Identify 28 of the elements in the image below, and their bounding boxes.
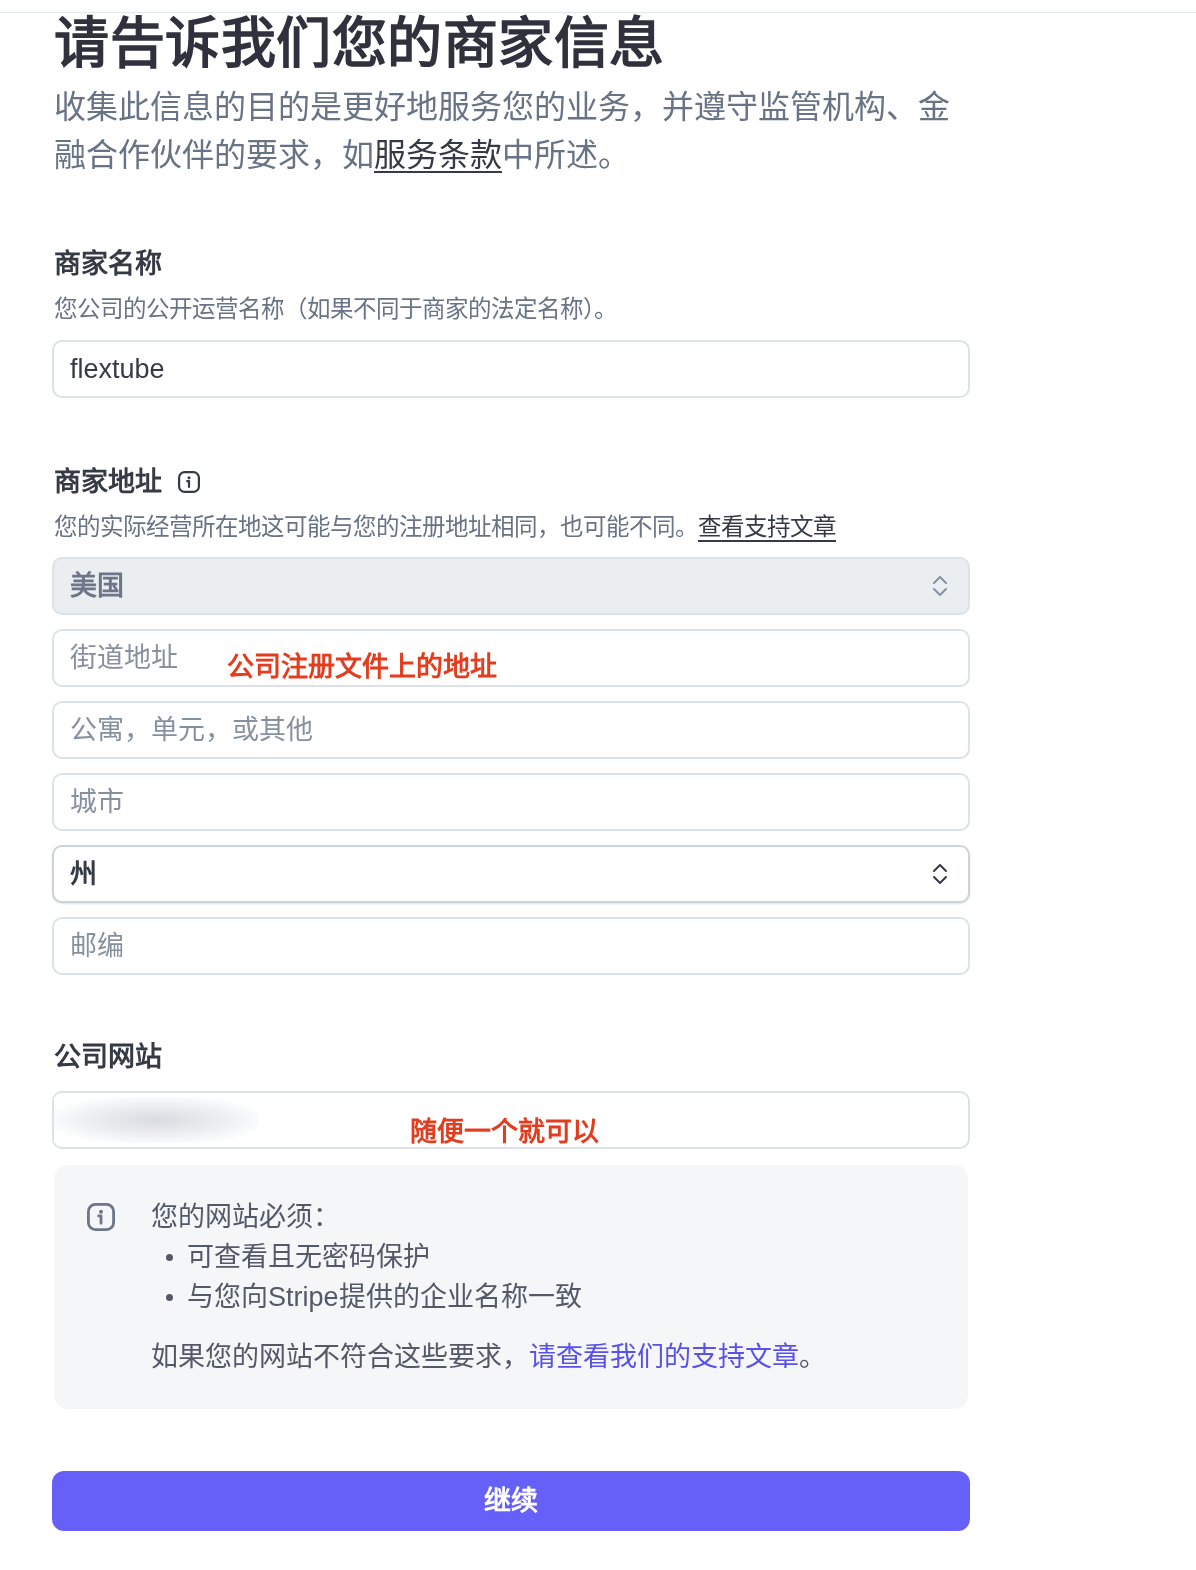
requirements-heading: 您的网站必须： <box>151 1201 340 1234</box>
support-article-link[interactable]: 请查看我们的支持文章 <box>529 1342 799 1372</box>
section-label: 商家地址 <box>54 466 162 499</box>
address-select[interactable]: 州 <box>52 845 970 903</box>
requirements-note: 如果您的网站不符合这些要求，请查看我们的支持文章。 <box>151 1341 826 1374</box>
info-icon <box>178 471 200 493</box>
annotation-text: 公司注册文件上的地址 <box>227 651 497 684</box>
bullet-icon <box>166 1293 173 1301</box>
intro-text: 收集此信息的目的是更好地服务您的业务，并遵守监管机构、金融合作伙伴的要求，如服务条款中所述。 <box>53 88 951 175</box>
section-description: 您公司的公开运营名称（如果不同于商家的法定名称）。 <box>53 295 618 324</box>
section-label: 商家名称 <box>53 248 163 281</box>
address-field[interactable]: 公寓，单元，或其他 <box>52 701 970 759</box>
section-label: 公司网站 <box>53 1041 163 1074</box>
bullet-icon <box>166 1253 173 1261</box>
address-field[interactable]: 城市 <box>52 773 970 831</box>
chevron-up-down-icon <box>932 573 948 599</box>
continue-button[interactable]: 继续 <box>52 1471 970 1531</box>
terms-link[interactable]: 服务条款 <box>374 137 502 173</box>
section-description: 您的实际经营所在地这可能与您的注册地址相同，也可能不同。查看支持文章 <box>53 513 837 542</box>
page-title: 请告诉我们您的商家信息 <box>53 13 666 73</box>
requirement-text: 与您向Stripe提供的企业名称一致 <box>187 1281 582 1314</box>
address-field[interactable]: 邮编 <box>52 917 970 975</box>
chevron-up-down-icon <box>932 861 948 887</box>
annotation-text: 随便一个就可以 <box>410 1116 599 1149</box>
support-article-link[interactable]: 查看支持文章 <box>698 514 836 540</box>
business-name-field[interactable]: flextube <box>52 340 970 398</box>
info-icon <box>87 1203 115 1231</box>
requirement-text: 可查看且无密码保护 <box>187 1241 430 1274</box>
